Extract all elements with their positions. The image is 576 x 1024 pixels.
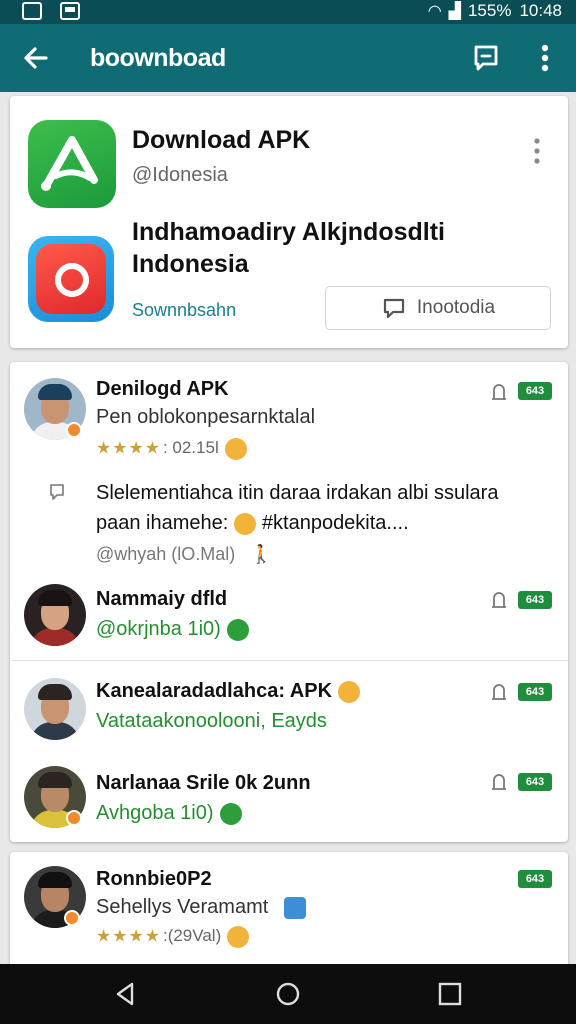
- feed-card: Denilogd APK Pen oblokonpesarnktalal ★★★…: [10, 362, 568, 842]
- comment-tail: #ktanpodekita....: [261, 512, 409, 534]
- system-nav-bar: [0, 964, 576, 1024]
- signal-icon: ▟: [448, 3, 461, 20]
- row-subtitle-text: Avhgoba 1i0): [96, 802, 214, 824]
- person-icon: 🚶: [250, 544, 273, 564]
- nav-back-icon[interactable]: [112, 980, 140, 1008]
- emoji-icon: [226, 618, 249, 641]
- clock: 10:48: [519, 1, 562, 20]
- bookmark-icon[interactable]: [490, 682, 508, 702]
- nav-recents-icon[interactable]: [436, 980, 464, 1008]
- rating-stars-glyphs: ★★★★: [96, 438, 161, 458]
- battery-percent: 155%: [467, 1, 512, 20]
- action-button[interactable]: Inootodia: [325, 286, 551, 330]
- image-icon: [60, 2, 80, 20]
- divider: [10, 660, 568, 661]
- row-subtitle: Sehellys Veramamt: [96, 896, 307, 919]
- secondary-app-logo[interactable]: [28, 236, 114, 322]
- comment-icon[interactable]: [48, 482, 68, 502]
- download-apk-logo-mark: [41, 136, 98, 191]
- rating-stars-glyphs: ★★★★: [96, 926, 161, 946]
- app-subtitle: Indhamoadiry Alkjndosdlti Indonesia: [132, 218, 445, 278]
- emoji-icon: [338, 680, 361, 703]
- emoji-icon: [224, 438, 247, 460]
- version-badge: 643: [518, 591, 552, 609]
- emoji-icon: [227, 926, 250, 948]
- app-bar-title: boownboad: [90, 44, 226, 72]
- rating-count: :(29Val): [162, 926, 222, 946]
- version-badge: 643: [518, 683, 552, 701]
- version-badge: 643: [518, 773, 552, 791]
- bookmark-icon[interactable]: [490, 772, 508, 792]
- rating-stars: ★★★★: 02.15l: [96, 438, 247, 460]
- bookmark-icon[interactable]: [490, 382, 508, 402]
- app-bar: boownboad: [0, 24, 576, 92]
- notification-icon: [22, 2, 42, 20]
- avatar-badge-icon: [66, 422, 82, 438]
- emoji-icon: [219, 802, 242, 825]
- back-arrow-icon[interactable]: [18, 40, 54, 76]
- row-subtitle: @okrjnba 1i0): [96, 618, 249, 641]
- row-title-text: Kanealaradadlahca: APK: [96, 680, 333, 702]
- avatar[interactable]: [24, 678, 86, 740]
- version-badge: 643: [518, 382, 552, 400]
- avatar-badge-icon: [64, 910, 80, 926]
- app-handle: @Idonesia: [132, 164, 228, 186]
- row-title[interactable]: Narlanaa Srile 0k 2unn: [96, 772, 311, 795]
- row-subtitle: Vatataakonoolooni, Eayds: [96, 710, 327, 732]
- bookmark-icon[interactable]: [490, 590, 508, 610]
- nav-home-icon[interactable]: [274, 980, 302, 1008]
- secondary-app-logo-inner: [36, 244, 106, 314]
- row-subtitle: Avhgoba 1i0): [96, 802, 242, 825]
- message-icon[interactable]: [470, 42, 502, 74]
- app-card: Download APK @Idonesia Indhamoadiry Alkj…: [10, 96, 568, 348]
- card-menu-icon[interactable]: [530, 136, 544, 166]
- row-title[interactable]: Nammaiy dfld: [96, 588, 227, 611]
- comment-text: Slelementiahca itin daraa irdakan albi s…: [96, 478, 546, 538]
- rating-count: : 02.15l: [162, 438, 219, 458]
- avatar-badge-icon: [66, 810, 82, 826]
- chat-icon: [284, 896, 307, 919]
- feed-card: Ronnbie0P2 Sehellys Veramamt ★★★★:(29Val…: [10, 852, 568, 967]
- row-title[interactable]: Kanealaradadlahca: APK: [96, 680, 361, 703]
- version-badge: 643: [518, 870, 552, 888]
- rating-stars: ★★★★:(29Val): [96, 926, 250, 948]
- status-bar: ◠ ▟ 155% 10:48: [0, 0, 576, 24]
- avatar[interactable]: [24, 584, 86, 646]
- wifi-icon: ◠: [427, 3, 442, 20]
- row-subtitle: Pen oblokonpesarnktalal: [96, 406, 316, 428]
- emoji-icon: [234, 512, 257, 535]
- action-button-label: Inootodia: [416, 297, 496, 318]
- comment-meta: @whyah (lO.Mal) 🚶: [96, 544, 273, 565]
- row-title[interactable]: Ronnbie0P2: [96, 868, 212, 891]
- speech-bubble-icon: [383, 298, 405, 319]
- row-subtitle-text: Sehellys Veramamt: [96, 896, 269, 918]
- comment-meta-text: @whyah (lO.Mal): [96, 544, 236, 564]
- row-title[interactable]: Denilogd APK: [96, 378, 229, 401]
- secondary-app-logo-ring: [55, 263, 89, 297]
- download-link[interactable]: Sownnbsahn: [132, 300, 236, 321]
- more-vert-icon[interactable]: [530, 40, 560, 76]
- row-subtitle-text: @okrjnba 1i0): [96, 618, 221, 640]
- app-title[interactable]: Download APK: [132, 126, 310, 155]
- download-apk-logo[interactable]: [28, 120, 116, 208]
